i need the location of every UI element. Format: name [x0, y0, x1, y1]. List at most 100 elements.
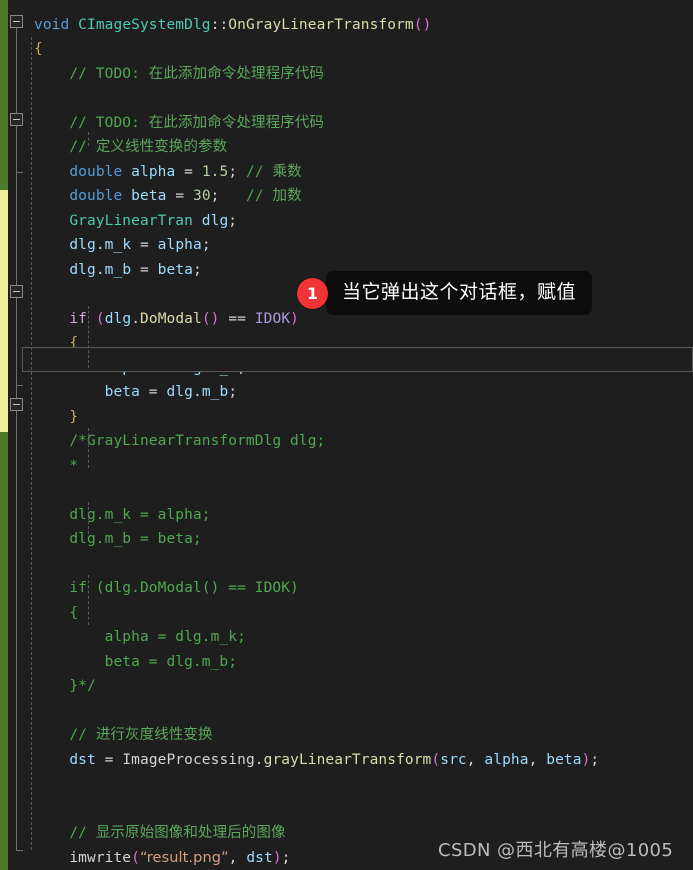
code-token: .: [254, 752, 264, 768]
code-line-15[interactable]: alpha = dlg.m_k;: [0, 356, 693, 381]
code-line-24[interactable]: if (dlg.DoModal() == IDOK): [0, 576, 693, 601]
code-token: GrayLinearTran: [69, 213, 193, 229]
code-text-area[interactable]: void CImageSystemDlg::OnGrayLinearTransf…: [0, 0, 693, 870]
code-token: 1.5: [201, 164, 229, 180]
code-token: (: [431, 752, 441, 768]
code-line-2[interactable]: {: [0, 37, 693, 62]
code-token: dlg: [201, 213, 229, 229]
code-token: dlg: [104, 311, 132, 327]
code-token: ;: [590, 752, 600, 768]
code-token: {: [34, 335, 79, 351]
code-token: //: [34, 727, 96, 743]
code-token: dst: [246, 850, 273, 866]
code-token: .: [95, 237, 105, 253]
code-token: if: [69, 311, 87, 327]
code-token: ;: [193, 262, 202, 278]
code-line-19[interactable]: *: [0, 454, 693, 479]
code-token: ): [272, 850, 282, 866]
code-token: DoModal: [140, 311, 202, 327]
code-token: m_k: [210, 360, 238, 376]
code-line-6[interactable]: // 定义线性变换的参数: [0, 135, 693, 160]
code-line-33[interactable]: [0, 797, 693, 822]
code-token: ;: [237, 360, 246, 376]
code-token: grayLinearTransform: [263, 752, 432, 768]
indent-guide-6: [88, 132, 89, 146]
code-token: alpha: [157, 237, 202, 253]
code-line-28[interactable]: }*/: [0, 674, 693, 699]
code-token: beta: [157, 262, 193, 278]
code-line-12[interactable]: [0, 282, 693, 307]
code-token: ::: [210, 17, 229, 33]
code-token: //: [34, 825, 96, 841]
code-token: // TODO:: [34, 115, 149, 131]
code-token: ;: [228, 384, 238, 400]
indent-guide-1: [31, 37, 32, 850]
code-token: (): [413, 17, 432, 33]
code-token: OnGrayLinearTransform: [228, 17, 414, 33]
code-line-31[interactable]: dst = ImageProcessing.grayLinearTransfor…: [0, 748, 693, 773]
code-token: beta: [131, 188, 167, 204]
code-line-8[interactable]: double beta = 30; // 加数: [0, 184, 693, 209]
code-line-1[interactable]: void CImageSystemDlg::OnGrayLinearTransf…: [0, 13, 693, 38]
code-line-27[interactable]: beta = dlg.m_b;: [0, 650, 693, 675]
code-token: “result.png”: [139, 850, 229, 866]
code-token: .: [201, 360, 211, 376]
code-line-20[interactable]: [0, 478, 693, 503]
code-line-16[interactable]: beta = dlg.m_b;: [0, 380, 693, 405]
code-token: =: [131, 237, 158, 253]
code-token: double: [69, 188, 123, 204]
code-token: 乘数: [272, 164, 302, 180]
code-line-13[interactable]: if (dlg.DoModal() == IDOK): [0, 307, 693, 332]
code-line-32[interactable]: [0, 772, 693, 797]
code-token: //: [34, 139, 96, 155]
code-token: if (dlg.DoModal() == IDOK): [34, 580, 299, 596]
code-token: .: [95, 262, 105, 278]
code-line-3[interactable]: // TODO: 在此添加命令处理程序代码: [0, 62, 693, 87]
code-line-11[interactable]: dlg.m_b = beta;: [0, 258, 693, 283]
code-token: imwrite: [69, 850, 132, 866]
indent-guide-4: [88, 502, 89, 534]
code-token: m_b: [104, 262, 132, 278]
code-line-22[interactable]: dlg.m_b = beta;: [0, 527, 693, 552]
code-token: =: [148, 360, 176, 376]
code-line-14[interactable]: {: [0, 331, 693, 356]
code-token: alpha = dlg.m_k;: [34, 629, 246, 645]
code-token: ==: [219, 311, 255, 327]
code-token: double: [69, 164, 123, 180]
code-token: //: [245, 164, 273, 180]
code-token: {: [34, 41, 43, 57]
code-token: ;: [210, 188, 246, 204]
code-line-17[interactable]: }: [0, 405, 693, 430]
code-token: ,: [466, 752, 485, 768]
code-line-23[interactable]: [0, 552, 693, 577]
code-token: .: [192, 384, 202, 400]
code-line-25[interactable]: {: [0, 601, 693, 626]
code-line-5[interactable]: // TODO: 在此添加命令处理程序代码: [0, 111, 693, 136]
indent-guide-5: [88, 575, 89, 625]
code-line-10[interactable]: dlg.m_k = alpha;: [0, 233, 693, 258]
code-line-18[interactable]: /*GrayLinearTransformDlg dlg;: [0, 429, 693, 454]
code-token: dlg.m_b = beta;: [34, 531, 202, 547]
code-line-21[interactable]: dlg.m_k = alpha;: [0, 503, 693, 528]
code-editor[interactable]: void CImageSystemDlg::OnGrayLinearTransf…: [0, 0, 693, 870]
code-line-35[interactable]: imwrite(“result.png”, dst);: [0, 846, 693, 870]
code-line-30[interactable]: // 进行灰度线性变换: [0, 723, 693, 748]
code-token: IDOK: [254, 311, 291, 327]
code-line-4[interactable]: [0, 86, 693, 111]
code-token: 显示原始图像和处理后的图像: [95, 825, 286, 841]
code-token: /*GrayLinearTransformDlg dlg;: [34, 433, 326, 449]
code-line-29[interactable]: [0, 699, 693, 724]
code-line-9[interactable]: GrayLinearTran dlg;: [0, 209, 693, 234]
code-token: =: [131, 262, 158, 278]
code-token: dlg.m_k = alpha;: [34, 507, 211, 523]
code-line-34[interactable]: // 显示原始图像和处理后的图像: [0, 821, 693, 846]
code-token: // TODO:: [34, 66, 149, 82]
code-token: alpha: [104, 360, 149, 376]
code-line-26[interactable]: alpha = dlg.m_k;: [0, 625, 693, 650]
code-line-7[interactable]: double alpha = 1.5; // 乘数: [0, 160, 693, 185]
